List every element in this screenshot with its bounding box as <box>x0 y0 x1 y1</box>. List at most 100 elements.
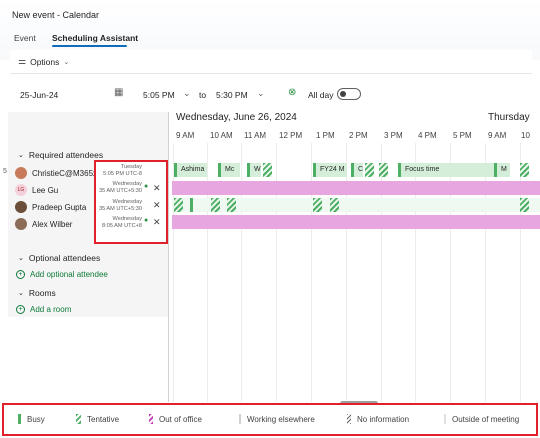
end-time-chevron-icon[interactable]: ⌄ <box>257 88 265 99</box>
out-of-office-row <box>172 215 540 229</box>
hour-label: 10 AM <box>210 131 233 140</box>
legend-label: Out of office <box>159 414 202 424</box>
all-day-toggle[interactable] <box>337 88 361 100</box>
rooms-header[interactable]: ⌄ Rooms <box>18 288 56 298</box>
hour-label: 10 <box>521 131 530 140</box>
active-tab-indicator <box>52 45 127 47</box>
hour-label: 5 PM <box>453 131 472 140</box>
legend-tentative: Tentative <box>76 414 119 424</box>
event-block[interactable]: Ashima <box>174 163 207 177</box>
add-icon: + <box>16 270 25 279</box>
options-button[interactable]: ⚌ Options ⌄ <box>18 56 69 67</box>
busy-swatch <box>18 414 21 424</box>
attendee-lee-gu[interactable]: LG Lee Gu <box>15 184 58 196</box>
tentative-block[interactable] <box>520 163 529 177</box>
tentative-block[interactable] <box>313 198 322 212</box>
tentative-block[interactable] <box>211 198 220 212</box>
legend-label: No information <box>357 414 410 424</box>
add-icon: + <box>16 305 25 314</box>
legend-label: Tentative <box>87 414 120 424</box>
event-block[interactable]: Focus time <box>398 163 494 177</box>
tentative-block[interactable] <box>365 163 374 177</box>
add-room-button[interactable]: + Add a room <box>16 305 71 314</box>
hour-label: 1 PM <box>316 131 335 140</box>
avatar <box>15 201 27 213</box>
avatar <box>15 218 27 230</box>
timezone-time: 8:05 AM UTC+8 <box>102 223 142 229</box>
no-information-swatch <box>347 414 351 424</box>
event-block[interactable]: W <box>247 163 261 177</box>
legend-no-information: No information <box>347 414 409 424</box>
toggle-knob <box>340 91 346 97</box>
remove-attendee-icon[interactable]: ✕ <box>153 183 161 194</box>
event-block[interactable]: FY24 M <box>313 163 347 177</box>
timezone-globe-icon[interactable]: ⊗ <box>288 87 296 98</box>
tentative-block[interactable] <box>263 163 272 177</box>
date-field[interactable]: 25-Jun-24 <box>20 90 58 100</box>
optional-attendees-header[interactable]: ⌄ Optional attendees <box>18 253 100 263</box>
avatar-initials: LG <box>15 184 27 196</box>
chevron-down-icon: ⌄ <box>63 58 70 66</box>
add-optional-attendee-label: Add optional attendee <box>30 270 108 279</box>
start-time-chevron-icon[interactable]: ⌄ <box>183 88 191 99</box>
required-indicator-icon: ● <box>144 183 149 190</box>
hour-label: 9 AM <box>488 131 507 140</box>
attendee-name: Lee Gu <box>32 185 59 195</box>
hour-label: 4 PM <box>418 131 437 140</box>
optional-attendees-label: Optional attendees <box>28 253 101 263</box>
tentative-block[interactable] <box>174 198 183 212</box>
legend-label: Working elsewhere <box>247 414 315 424</box>
busy-block[interactable] <box>190 198 193 212</box>
timezone-time: 5:05 PM UTC-8 <box>103 171 142 177</box>
tentative-block[interactable] <box>520 198 529 212</box>
all-day-label: All day <box>308 90 334 100</box>
end-time-field[interactable]: 5:30 PM <box>216 90 248 100</box>
attendee-pradeep-gupta[interactable]: Pradeep Gupta <box>15 201 86 213</box>
add-optional-attendee-button[interactable]: + Add optional attendee <box>16 270 108 279</box>
tentative-block[interactable] <box>379 163 388 177</box>
tab-event[interactable]: Event <box>14 33 36 43</box>
avatar <box>15 167 27 179</box>
attendee-name: Alex Wilber <box>32 219 73 229</box>
add-room-label: Add a room <box>30 305 72 314</box>
required-attendees-label: Required attendees <box>28 150 104 160</box>
attendee-alex-wilber[interactable]: Alex Wilber <box>15 218 72 230</box>
tab-scheduling-assistant[interactable]: Scheduling Assistant <box>52 33 138 43</box>
timezone-day: Tuesday <box>120 164 142 170</box>
chevron-down-icon: ⌄ <box>18 152 24 159</box>
calendar-icon[interactable]: ▦ <box>114 87 123 98</box>
event-block[interactable]: M <box>494 163 510 177</box>
hour-label: 9 AM <box>176 131 195 140</box>
legend-busy: Busy <box>18 414 45 424</box>
remove-attendee-icon[interactable]: ✕ <box>153 217 161 228</box>
timezone-time: 35 AM UTC+5:30 <box>98 188 142 194</box>
to-label: to <box>199 90 207 100</box>
legend-outside-of-meeting: Outside of meeting <box>444 414 519 424</box>
event-block[interactable]: Mc <box>218 163 240 177</box>
tentative-block[interactable] <box>227 198 236 212</box>
tentative-swatch <box>76 414 81 424</box>
event-block[interactable]: C <box>351 163 363 177</box>
hour-label: 12 PM <box>279 131 303 140</box>
required-indicator-icon: ● <box>144 217 149 224</box>
hour-label: 11 AM <box>244 131 267 140</box>
legend-label: Busy <box>27 414 45 424</box>
working-elsewhere-swatch <box>239 414 241 424</box>
legend-out-of-office: Out of office <box>149 414 202 424</box>
tentative-block[interactable] <box>330 198 339 212</box>
chevron-down-icon: ⌄ <box>18 290 24 297</box>
attendee-name: ChristieC@M365x3 <box>32 168 102 178</box>
options-sliders-icon: ⚌ <box>18 56 27 66</box>
row-marker: 5 <box>3 168 7 175</box>
legend-working-elsewhere: Working elsewhere <box>239 414 315 424</box>
out-of-office-swatch <box>149 414 153 424</box>
attendee-name: Pradeep Gupta <box>32 202 87 212</box>
required-attendees-header[interactable]: ⌄ Required attendees <box>18 150 103 160</box>
attendee-christie[interactable]: ChristieC@M365x3 <box>15 167 101 179</box>
remove-attendee-icon[interactable]: ✕ <box>153 200 161 211</box>
timezone-time: 35 AM UTC+5:30 <box>98 206 142 212</box>
hour-label: 3 PM <box>384 131 403 140</box>
start-time-field[interactable]: 5:05 PM <box>143 90 175 100</box>
day-header-wednesday: Wednesday, June 26, 2024 <box>176 112 297 123</box>
grid-separator <box>168 112 169 402</box>
